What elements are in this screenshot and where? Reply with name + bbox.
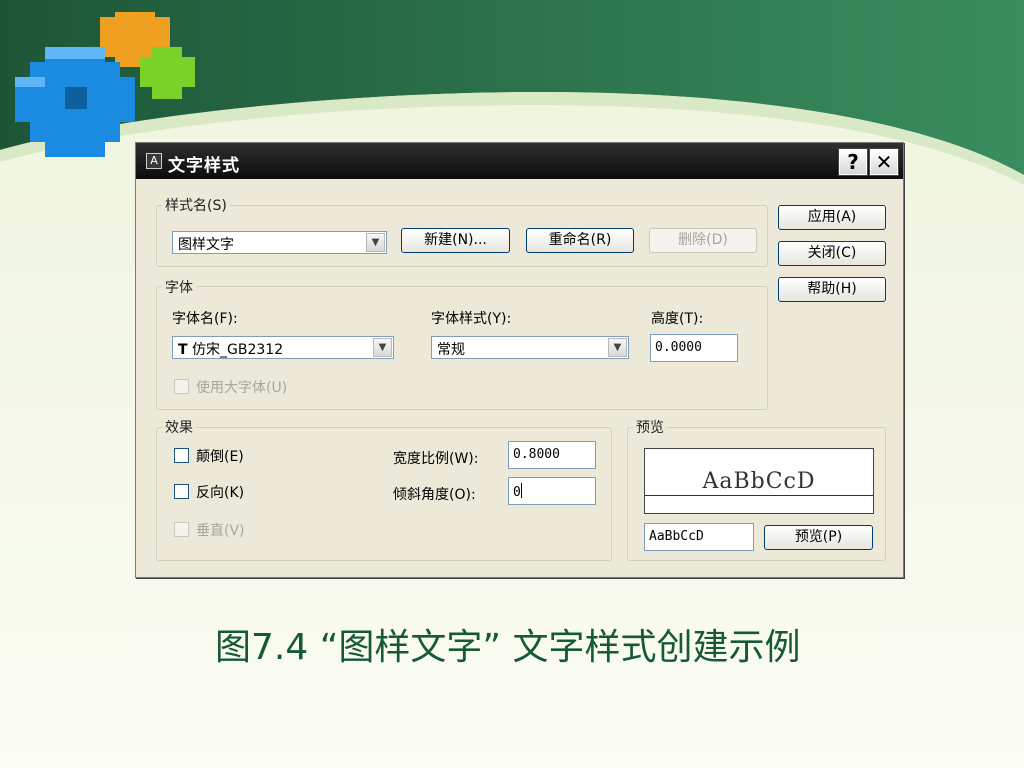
new-style-button[interactable]: 新建(N)... — [401, 228, 510, 253]
style-name-value: 图样文字 — [178, 237, 234, 253]
big-font-checkbox — [174, 379, 189, 394]
font-name-dropdown[interactable]: T 仿宋_GB2312 ▼ — [172, 336, 394, 359]
font-group-label: 字体 — [162, 277, 196, 297]
preview-area: AaBbCcD — [644, 448, 874, 514]
dialog-title: 文字样式 — [168, 156, 240, 176]
backwards-checkbox[interactable] — [174, 484, 189, 499]
close-button[interactable]: 关闭(C) — [778, 241, 886, 266]
height-input[interactable]: 0.0000 — [650, 334, 738, 362]
dropdown-arrow-icon[interactable]: ▼ — [608, 338, 627, 357]
style-name-group-label: 样式名(S) — [162, 195, 230, 215]
vertical-checkbox — [174, 522, 189, 537]
help-button[interactable]: 帮助(H) — [778, 277, 886, 302]
preview-baseline — [645, 495, 873, 496]
rename-style-button[interactable]: 重命名(R) — [526, 228, 634, 253]
effects-group-label: 效果 — [162, 417, 196, 437]
vertical-label: 垂直(V) — [196, 523, 245, 539]
preview-text-input[interactable]: AaBbCcD — [644, 523, 754, 551]
text-caret — [520, 483, 522, 498]
font-style-value: 常规 — [437, 342, 465, 358]
text-style-icon: A — [146, 153, 162, 169]
delete-style-button: 删除(D) — [649, 228, 757, 253]
big-font-label: 使用大字体(U) — [196, 380, 288, 396]
style-name-dropdown[interactable]: 图样文字 ▼ — [172, 231, 387, 254]
backwards-label: 反向(K) — [196, 485, 245, 501]
figure-caption: 图7.4 “图样文字” 文字样式创建示例 — [215, 627, 801, 668]
upside-down-label: 颠倒(E) — [196, 449, 244, 465]
preview-sample-text: AaBbCcD — [702, 469, 816, 494]
font-style-label: 字体样式(Y): — [431, 311, 512, 327]
oblique-angle-label: 倾斜角度(O): — [393, 487, 476, 503]
font-truetype-icon: T — [178, 342, 188, 358]
oblique-angle-input[interactable]: 0 — [508, 477, 596, 505]
height-label: 高度(T): — [651, 311, 704, 327]
dialog-titlebar[interactable]: A 文字样式 ? ✕ — [136, 143, 903, 179]
upside-down-checkbox[interactable] — [174, 448, 189, 463]
preview-button[interactable]: 预览(P) — [764, 525, 873, 550]
width-factor-label: 宽度比例(W): — [393, 451, 479, 467]
width-factor-input[interactable]: 0.8000 — [508, 441, 596, 469]
apply-button[interactable]: 应用(A) — [778, 205, 886, 230]
font-name-label: 字体名(F): — [172, 311, 238, 327]
help-titlebar-button[interactable]: ? — [838, 148, 868, 176]
dropdown-arrow-icon[interactable]: ▼ — [373, 338, 392, 357]
close-titlebar-button[interactable]: ✕ — [869, 148, 899, 176]
preview-group-label: 预览 — [633, 417, 667, 437]
text-style-dialog: A 文字样式 ? ✕ 样式名(S) 图样文字 ▼ 新建(N)... 重命名(R)… — [135, 142, 904, 578]
dropdown-arrow-icon[interactable]: ▼ — [366, 233, 385, 252]
font-name-value: T 仿宋_GB2312 — [178, 342, 284, 358]
font-style-dropdown[interactable]: 常规 ▼ — [431, 336, 629, 359]
